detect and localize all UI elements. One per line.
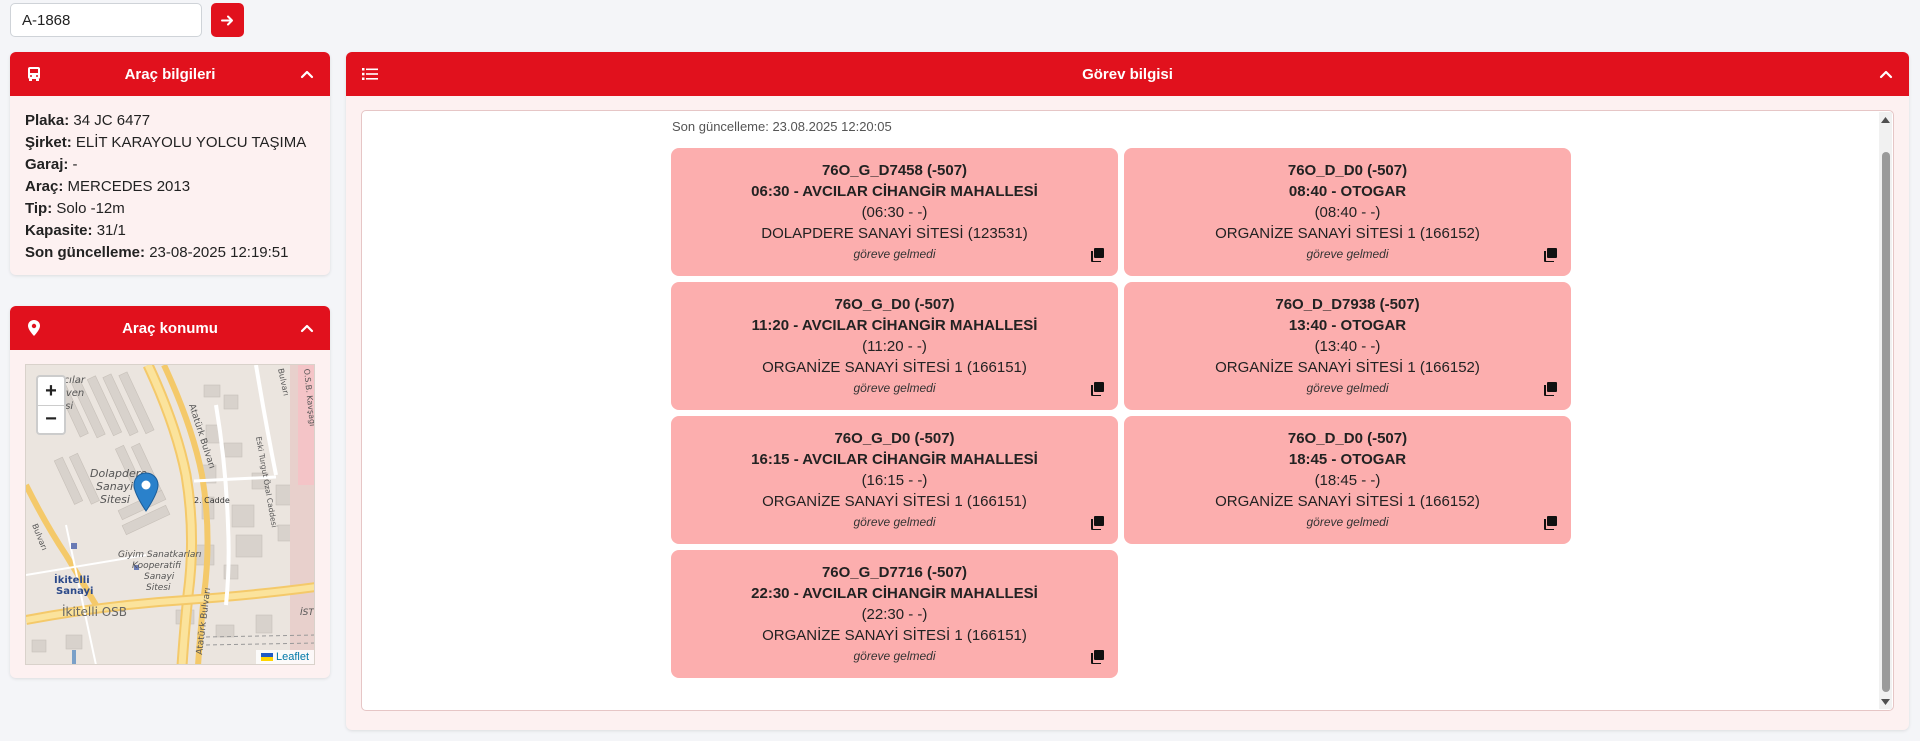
vehicle-info-body: Plaka: 34 JC 6477 Şirket: ELİT KARAYOLU …	[10, 96, 330, 278]
scroll-down-arrow-icon[interactable]	[1881, 697, 1890, 706]
task-card[interactable]: 76O_D_D0 (-507) 08:40 - OTOGAR (08:40 - …	[1124, 148, 1571, 276]
task-info-panel: Görev bilgisi Son güncelleme: 23.08.2025…	[346, 52, 1909, 730]
arrow-right-icon	[221, 15, 233, 25]
task-grid: 76O_G_D7458 (-507) 06:30 - AVCILAR CİHAN…	[671, 148, 1571, 678]
task-info-header: Görev bilgisi	[346, 52, 1909, 96]
task-status: göreve gelmedi	[853, 649, 936, 663]
task-time-route: 11:20 - AVCILAR CİHANGİR MAHALLESİ	[751, 317, 1038, 334]
task-garage: ORGANİZE SANAYİ SİTESİ 1 (166152)	[1215, 493, 1480, 510]
task-list-scrollbar[interactable]	[1879, 112, 1892, 709]
task-card[interactable]: 76O_G_D0 (-507) 11:20 - AVCILAR CİHANGİR…	[671, 282, 1118, 410]
copy-icon[interactable]	[1090, 516, 1104, 530]
vehicle-location-panel: Araç konumu Dolapdere Sanayi Sitesi Döve…	[10, 306, 330, 678]
task-actual-time: (18:45 - -)	[1314, 472, 1381, 489]
task-status: göreve gelmedi	[853, 515, 936, 529]
task-card[interactable]: 76O_D_D7938 (-507) 13:40 - OTOGAR (13:40…	[1124, 282, 1571, 410]
info-row-vehicle: Araç: MERCEDES 2013	[25, 178, 191, 195]
task-actual-time: (13:40 - -)	[1314, 338, 1381, 355]
svg-text:İST: İST	[300, 607, 315, 618]
task-card[interactable]: 76O_G_D0 (-507) 16:15 - AVCILAR CİHANGİR…	[671, 416, 1118, 544]
task-list-container: Son güncelleme: 23.08.2025 12:20:05 76O_…	[361, 110, 1894, 711]
leaflet-link[interactable]: Leaflet	[276, 651, 309, 663]
svg-text:2. Cadde: 2. Cadde	[194, 496, 230, 505]
vehicle-location-title: Araç konumu	[122, 319, 218, 337]
last-updated-text: Son güncelleme: 23.08.2025 12:20:05	[672, 119, 892, 134]
task-status: göreve gelmedi	[853, 381, 936, 395]
svg-text:İkitelliSanayi: İkitelli Sanayi	[54, 572, 93, 597]
task-garage: ORGANİZE SANAYİ SİTESİ 1 (166151)	[762, 627, 1027, 644]
map-attribution[interactable]: Leaflet	[255, 650, 314, 664]
task-code: 76O_D_D0 (-507)	[1287, 162, 1408, 179]
location-map[interactable]: DolapdereSanayiSitesi BakırcılarDövenSit…	[25, 364, 315, 665]
task-garage: DOLAPDERE SANAYİ SİTESİ (123531)	[761, 225, 1028, 242]
task-code: 76O_D_D0 (-507)	[1287, 430, 1408, 447]
task-time-route: 22:30 - AVCILAR CİHANGİR MAHALLESİ	[751, 585, 1038, 602]
task-actual-time: (11:20 - -)	[862, 338, 927, 355]
task-actual-time: (06:30 - -)	[861, 204, 928, 221]
task-code: 76O_D_D7938 (-507)	[1275, 296, 1420, 313]
vehicle-info-title: Araç bilgileri	[124, 65, 216, 83]
chevron-up-icon[interactable]	[298, 65, 316, 83]
task-time-route: 16:15 - AVCILAR CİHANGİR MAHALLESİ	[751, 451, 1038, 468]
ukraine-flag-icon	[260, 653, 273, 661]
zoom-out-button[interactable]: −	[38, 405, 64, 433]
task-status: göreve gelmedi	[853, 247, 936, 261]
task-code: 76O_G_D0 (-507)	[834, 296, 955, 313]
map-marker-icon	[26, 320, 42, 336]
scroll-thumb[interactable]	[1882, 152, 1890, 692]
chevron-up-icon[interactable]	[1877, 65, 1895, 83]
info-row-plate: Plaka: 34 JC 6477	[25, 112, 151, 129]
vehicle-location-header: Araç konumu	[10, 306, 330, 350]
info-row-type: Tip: Solo -12m	[25, 200, 125, 217]
info-row-capacity: Kapasite: 31/1	[25, 222, 126, 239]
scroll-up-arrow-icon[interactable]	[1881, 115, 1890, 124]
task-time-route: 06:30 - AVCILAR CİHANGİR MAHALLESİ	[751, 183, 1038, 200]
zoom-in-button[interactable]: +	[38, 377, 64, 405]
task-time-route: 08:40 - OTOGAR	[1288, 183, 1407, 200]
map-tiles: DolapdereSanayiSitesi BakırcılarDövenSit…	[26, 365, 315, 664]
task-actual-time: (16:15 - -)	[861, 472, 928, 489]
task-info-title: Görev bilgisi	[1082, 65, 1173, 83]
vehicle-info-header: Araç bilgileri	[10, 52, 330, 96]
task-status: göreve gelmedi	[1306, 381, 1389, 395]
vehicle-search-input[interactable]	[10, 3, 202, 37]
info-row-last-update: Son güncelleme: 23-08-2025 12:19:51	[25, 244, 289, 261]
copy-icon[interactable]	[1090, 382, 1104, 396]
task-card[interactable]: 76O_G_D7716 (-507) 22:30 - AVCILAR CİHAN…	[671, 550, 1118, 678]
svg-text:İkitelli OSB: İkitelli OSB	[62, 604, 127, 619]
info-row-garage: Garaj: -	[25, 156, 78, 173]
task-status: göreve gelmedi	[1306, 247, 1389, 261]
list-icon	[362, 66, 378, 82]
task-card[interactable]: 76O_D_D0 (-507) 18:45 - OTOGAR (18:45 - …	[1124, 416, 1571, 544]
vehicle-info-panel: Araç bilgileri Plaka: 34 JC 6477 Şirket:…	[10, 52, 330, 275]
task-time-route: 13:40 - OTOGAR	[1288, 317, 1407, 334]
task-card[interactable]: 76O_G_D7458 (-507) 06:30 - AVCILAR CİHAN…	[671, 148, 1118, 276]
task-code: 76O_G_D0 (-507)	[834, 430, 955, 447]
copy-icon[interactable]	[1543, 516, 1557, 530]
task-garage: ORGANİZE SANAYİ SİTESİ 1 (166152)	[1215, 359, 1480, 376]
task-status: göreve gelmedi	[1306, 515, 1389, 529]
task-garage: ORGANİZE SANAYİ SİTESİ 1 (166152)	[1215, 225, 1480, 242]
chevron-up-icon[interactable]	[298, 319, 316, 337]
task-code: 76O_G_D7458 (-507)	[821, 162, 968, 179]
task-actual-time: (22:30 - -)	[861, 606, 928, 623]
bus-icon	[26, 66, 42, 82]
task-garage: ORGANİZE SANAYİ SİTESİ 1 (166151)	[762, 493, 1027, 510]
task-garage: ORGANİZE SANAYİ SİTESİ 1 (166151)	[762, 359, 1027, 376]
task-code: 76O_G_D7716 (-507)	[821, 564, 968, 581]
copy-icon[interactable]	[1090, 248, 1104, 262]
copy-icon[interactable]	[1543, 248, 1557, 262]
copy-icon[interactable]	[1543, 382, 1557, 396]
task-time-route: 18:45 - OTOGAR	[1288, 451, 1407, 468]
map-zoom-control: + −	[36, 375, 66, 435]
search-go-button[interactable]	[211, 3, 244, 37]
copy-icon[interactable]	[1090, 650, 1104, 664]
info-row-company: Şirket: ELİT KARAYOLU YOLCU TAŞIMA	[25, 134, 307, 151]
task-actual-time: (08:40 - -)	[1314, 204, 1381, 221]
